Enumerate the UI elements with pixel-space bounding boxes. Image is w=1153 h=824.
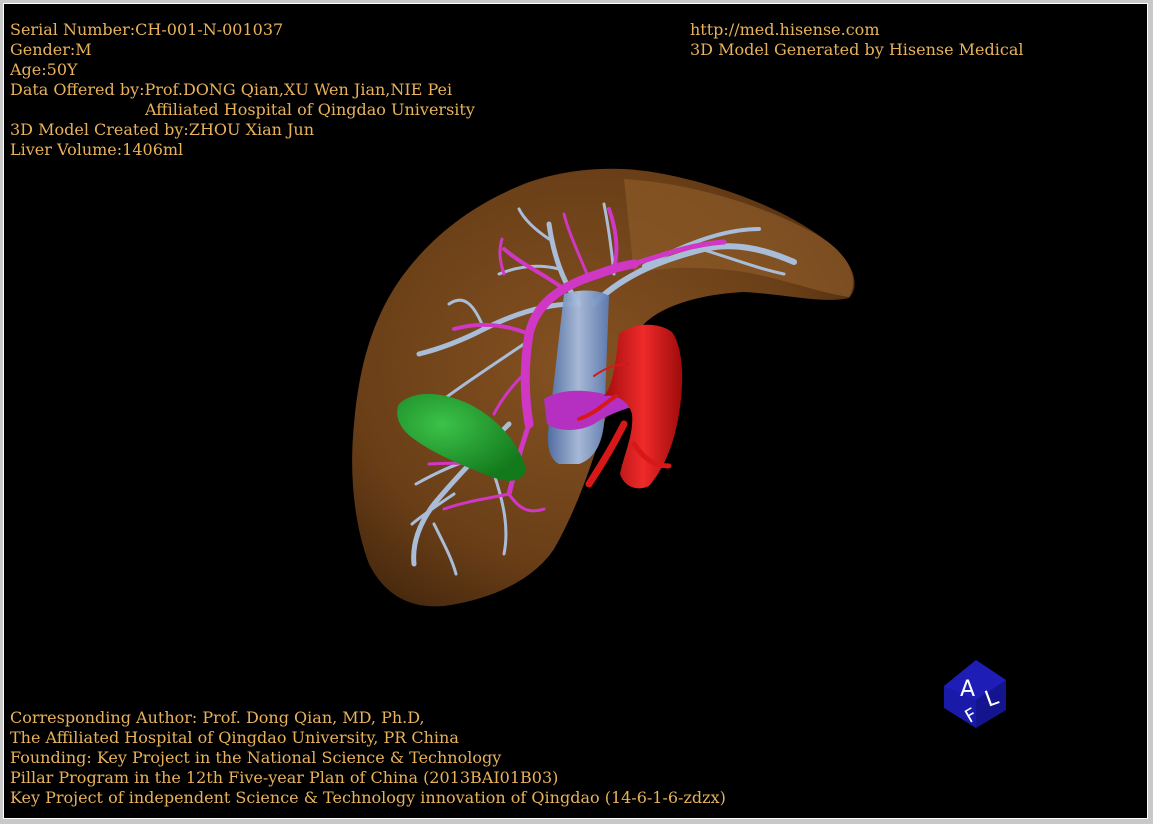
orientation-cube-icon[interactable]: A L F bbox=[936, 656, 1012, 730]
hospital-name: Affiliated Hospital of Qingdao Universit… bbox=[145, 100, 475, 119]
credit-line-5: Key Project of independent Science & Tec… bbox=[10, 788, 726, 807]
site-url: http://med.hisense.com bbox=[690, 20, 880, 39]
data-offered-by: Data Offered by:Prof.DONG Qian,XU Wen Ji… bbox=[10, 80, 453, 99]
3d-viewport[interactable]: Serial Number:CH-001-N-001037 Gender:M A… bbox=[3, 3, 1148, 819]
gender: Gender:M bbox=[10, 40, 92, 59]
site-info-block: http://med.hisense.com 3D Model Generate… bbox=[690, 20, 1023, 60]
serial-number: Serial Number:CH-001-N-001037 bbox=[10, 20, 284, 39]
age: Age:50Y bbox=[10, 60, 78, 79]
credit-line-2: The Affiliated Hospital of Qingdao Unive… bbox=[10, 728, 459, 747]
liver-volume: Liver Volume:1406ml bbox=[10, 140, 184, 159]
generator-label: 3D Model Generated by Hisense Medical bbox=[690, 40, 1024, 59]
model-created-by: 3D Model Created by:ZHOU Xian Jun bbox=[10, 120, 315, 139]
cube-face-a: A bbox=[960, 677, 975, 702]
credit-line-4: Pillar Program in the 12th Five-year Pla… bbox=[10, 768, 559, 787]
credits-block: Corresponding Author: Prof. Dong Qian, M… bbox=[10, 708, 726, 808]
credit-line-1: Corresponding Author: Prof. Dong Qian, M… bbox=[10, 708, 425, 727]
patient-info-block: Serial Number:CH-001-N-001037 Gender:M A… bbox=[10, 20, 475, 160]
credit-line-3: Founding: Key Project in the National Sc… bbox=[10, 748, 502, 767]
